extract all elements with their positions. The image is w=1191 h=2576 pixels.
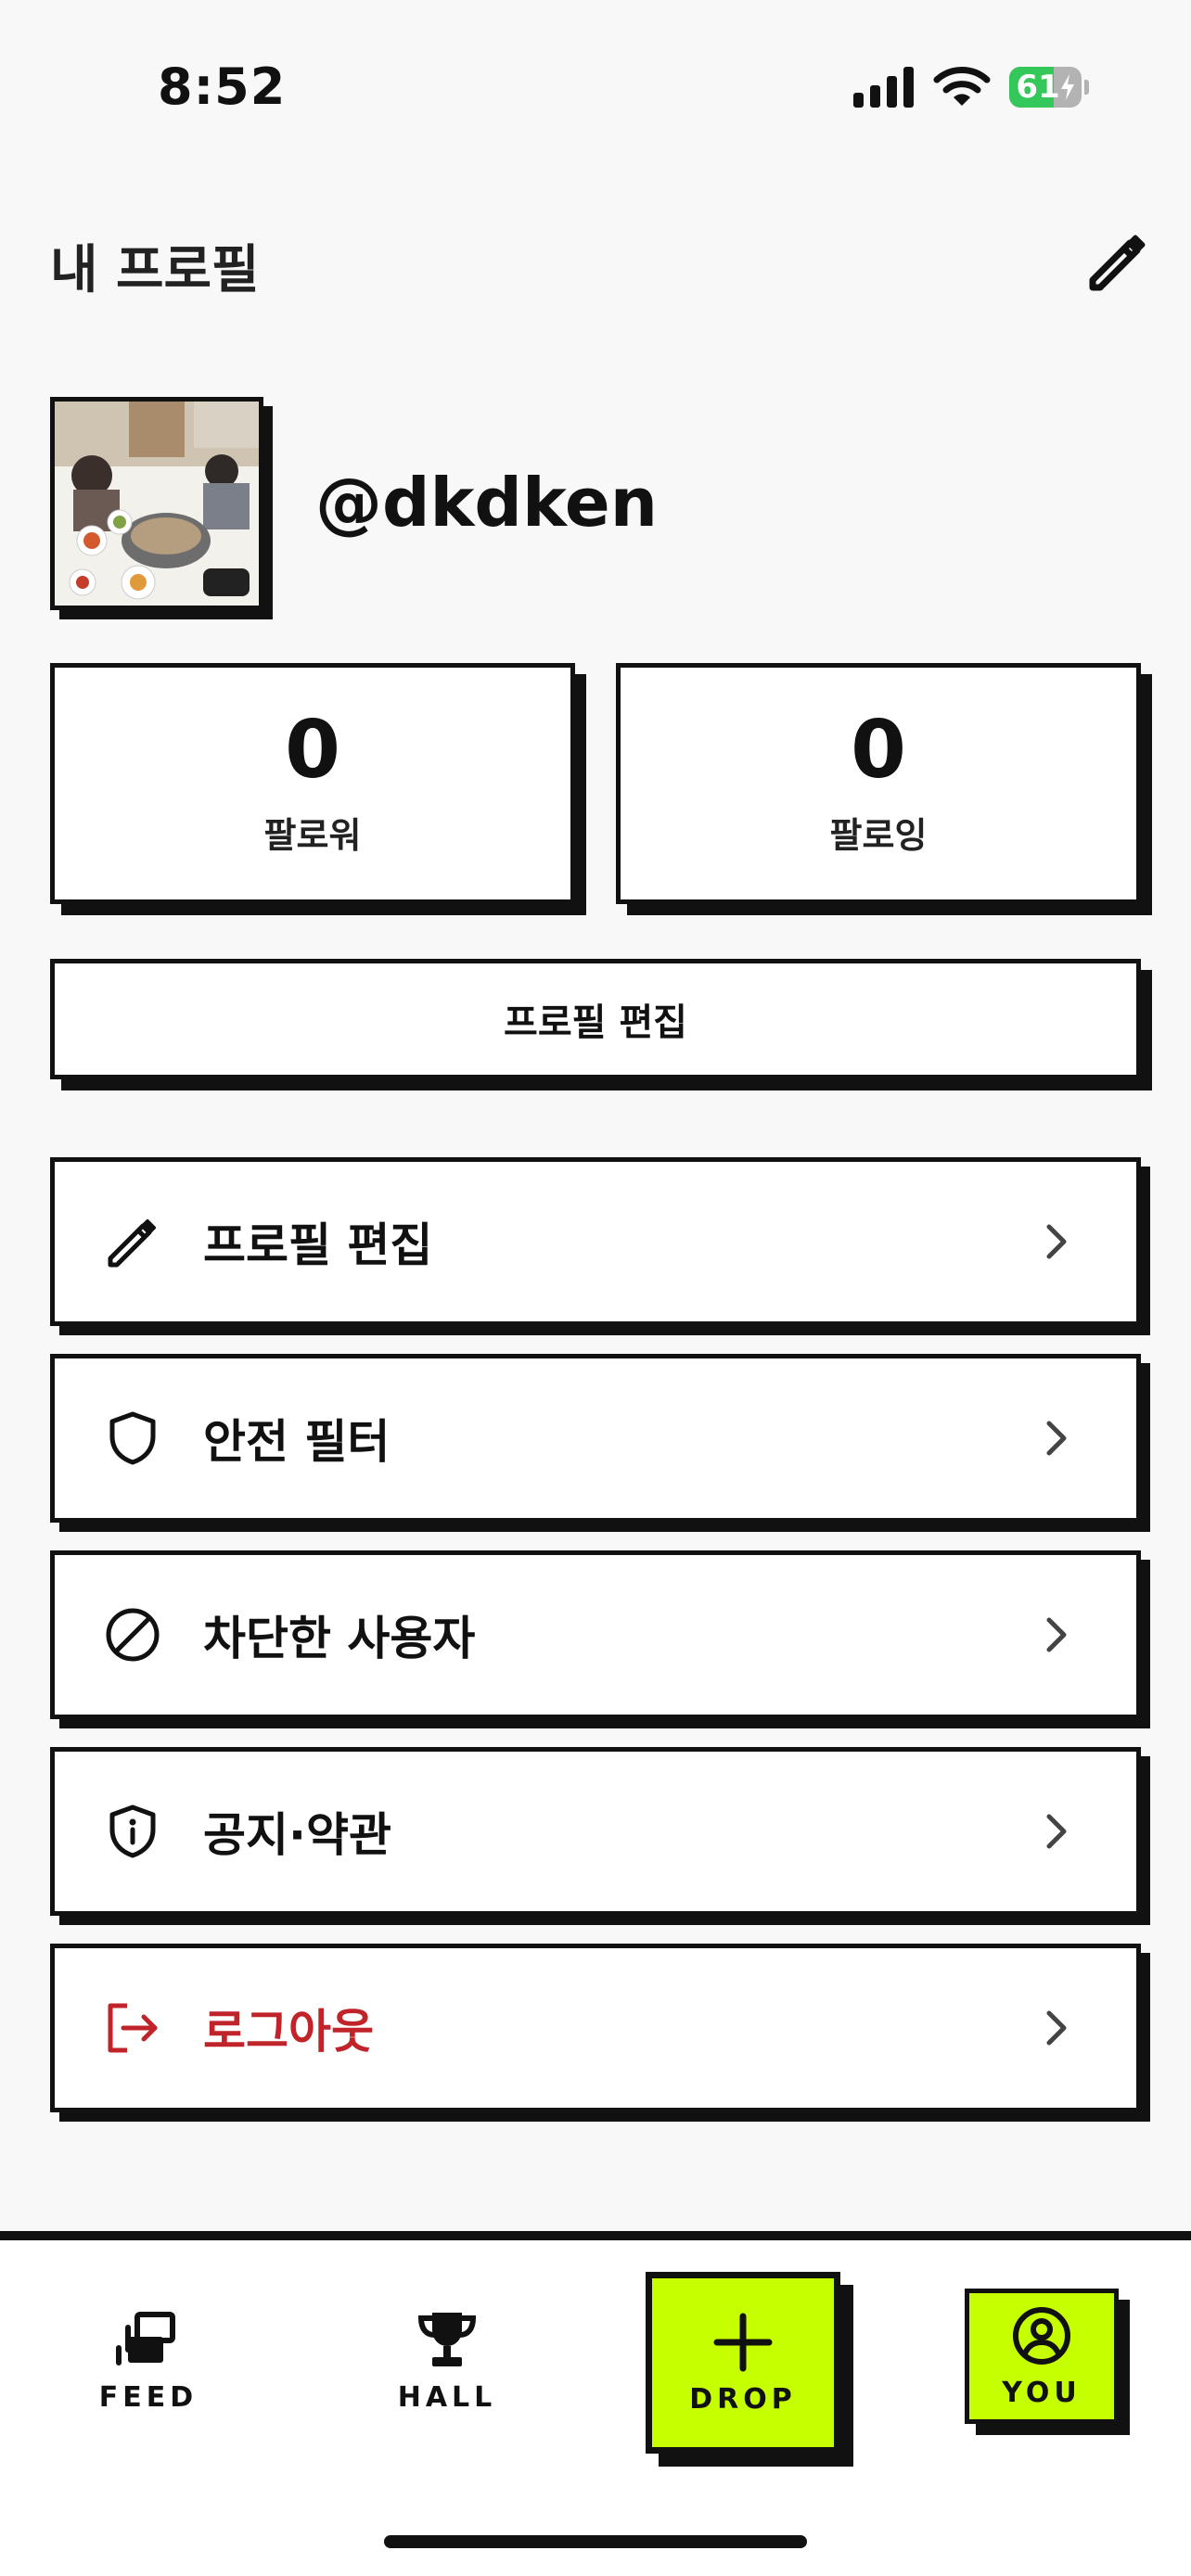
chevron-right-icon — [1046, 1617, 1067, 1652]
page-title: 내 프로필 — [50, 240, 260, 300]
trophy-icon — [417, 2313, 477, 2366]
tab-you[interactable]: YOU — [965, 2289, 1119, 2424]
avatar[interactable] — [50, 397, 263, 610]
shield-info-icon — [109, 1804, 156, 1858]
followers-stat[interactable]: 0 팔로워 — [50, 663, 575, 904]
cellular-signal-icon — [853, 67, 914, 108]
logout-icon — [108, 2003, 158, 2053]
chevron-right-icon — [1046, 1814, 1067, 1849]
tab-label: YOU — [1002, 2376, 1082, 2409]
wifi-icon — [933, 67, 991, 106]
home-indicator[interactable] — [384, 2535, 807, 2548]
avatar-photo — [55, 402, 259, 606]
status-time: 8:52 — [158, 57, 287, 116]
following-count: 0 — [851, 703, 906, 797]
tab-label: DROP — [689, 2382, 797, 2416]
pencil-icon — [108, 1219, 156, 1268]
tab-feed[interactable]: FEED — [87, 2309, 210, 2414]
tab-label: HALL — [397, 2381, 497, 2414]
battery-icon: 61 — [1009, 67, 1089, 108]
menu-item-label: 안전 필터 — [203, 1415, 391, 1469]
menu-item-notices-terms[interactable]: 공지·약관 — [50, 1747, 1141, 1916]
tab-hall[interactable]: HALL — [386, 2309, 508, 2414]
chevron-right-icon — [1046, 2010, 1067, 2046]
menu-item-label: 로그아웃 — [203, 2005, 374, 2059]
menu-item-label: 프로필 편집 — [203, 1218, 433, 1272]
edit-profile-button[interactable]: 프로필 편집 — [50, 959, 1141, 1079]
chevron-right-icon — [1046, 1224, 1067, 1259]
plus-icon — [713, 2313, 773, 2371]
followers-count: 0 — [285, 703, 340, 797]
followers-label: 팔로워 — [263, 814, 362, 856]
menu-item-label: 차단한 사용자 — [203, 1612, 476, 1665]
menu-item-edit-profile[interactable]: 프로필 편집 — [50, 1157, 1141, 1326]
tab-label: FEED — [98, 2381, 198, 2414]
chevron-right-icon — [1046, 1421, 1067, 1456]
menu-item-logout[interactable]: 로그아웃 — [50, 1944, 1141, 2112]
tab-drop[interactable]: DROP — [646, 2272, 840, 2454]
shield-icon — [109, 1411, 156, 1465]
charging-bolt-icon — [1061, 74, 1074, 100]
username: @dkdken — [315, 464, 658, 542]
following-stat[interactable]: 0 팔로잉 — [616, 663, 1141, 904]
menu-item-safety-filter[interactable]: 안전 필터 — [50, 1354, 1141, 1523]
menu-item-blocked-users[interactable]: 차단한 사용자 — [50, 1550, 1141, 1719]
block-icon — [106, 1608, 160, 1662]
following-label: 팔로잉 — [829, 814, 928, 856]
user-circle-icon — [1013, 2306, 1070, 2365]
edit-pencil-icon[interactable] — [1083, 228, 1150, 295]
menu-item-label: 공지·약관 — [203, 1808, 391, 1862]
stacked-cards-icon — [116, 2312, 175, 2366]
